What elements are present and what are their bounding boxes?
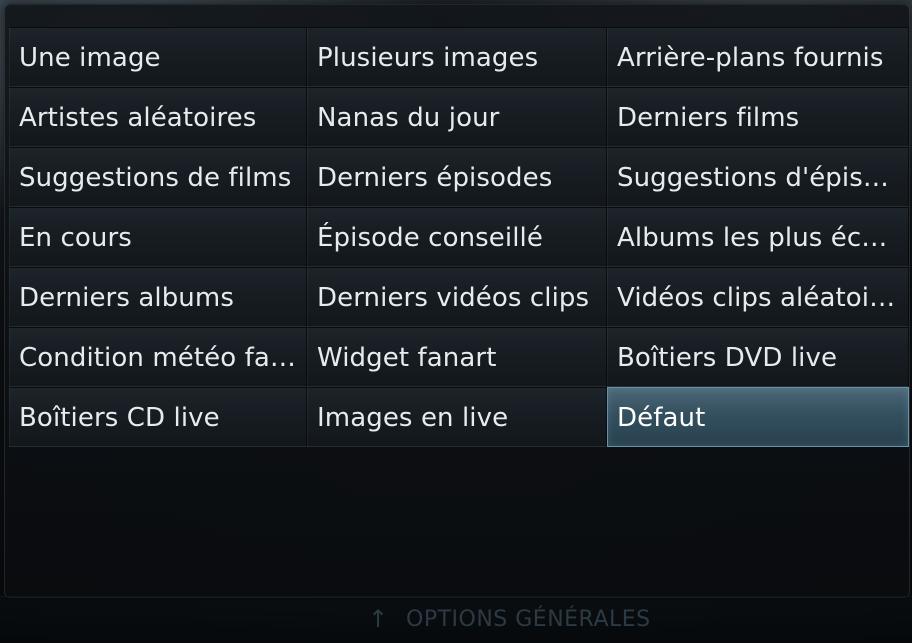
option-defaut[interactable]: Défaut [607,387,909,447]
option-arriere-plans-fournis[interactable]: Arrière-plans fournis [607,27,909,87]
options-grid: Une image Plusieurs images Arrière-plans… [9,27,909,447]
option-widget-fanart[interactable]: Widget fanart [307,327,607,387]
option-images-en-live[interactable]: Images en live [307,387,607,447]
option-derniers-videos-clips[interactable]: Derniers vidéos clips [307,267,607,327]
option-derniers-films[interactable]: Derniers films [607,87,909,147]
option-derniers-albums[interactable]: Derniers albums [9,267,307,327]
option-episode-conseille[interactable]: Épisode conseillé [307,207,607,267]
general-options-button[interactable]: ↑ OPTIONS GÉNÉRALES [368,601,651,637]
footer-bar: ↑ OPTIONS GÉNÉRALES [0,596,912,643]
option-videos-clips-aleatoires[interactable]: Vidéos clips aléatoires [607,267,909,327]
option-albums-plus-ecoutes[interactable]: Albums les plus écou... [607,207,909,267]
background: Une image Plusieurs images Arrière-plans… [0,0,912,643]
option-boitiers-dvd-live[interactable]: Boîtiers DVD live [607,327,909,387]
option-nanas-du-jour[interactable]: Nanas du jour [307,87,607,147]
option-condition-meteo-fanart[interactable]: Condition météo fana... [9,327,307,387]
option-en-cours[interactable]: En cours [9,207,307,267]
options-dialog: Une image Plusieurs images Arrière-plans… [4,4,910,598]
option-une-image[interactable]: Une image [9,27,307,87]
option-suggestions-de-films[interactable]: Suggestions de films [9,147,307,207]
option-suggestions-episodes[interactable]: Suggestions d'épisod... [607,147,909,207]
arrow-up-icon: ↑ [368,605,389,633]
option-derniers-episodes[interactable]: Derniers épisodes [307,147,607,207]
option-artistes-aleatoires[interactable]: Artistes aléatoires [9,87,307,147]
general-options-label: OPTIONS GÉNÉRALES [406,606,651,632]
option-plusieurs-images[interactable]: Plusieurs images [307,27,607,87]
option-boitiers-cd-live[interactable]: Boîtiers CD live [9,387,307,447]
